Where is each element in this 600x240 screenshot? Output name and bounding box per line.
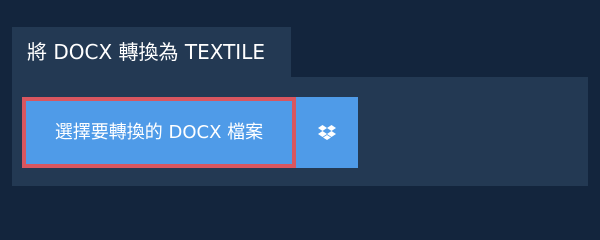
choose-file-button[interactable]: 選擇要轉換的 DOCX 檔案 [22, 97, 296, 168]
dropbox-button[interactable] [296, 97, 358, 168]
tab-convert-docx-to-textile: 將 DOCX 轉換為 TEXTILE [12, 27, 291, 77]
tab-label: 將 DOCX 轉換為 TEXTILE [27, 40, 265, 64]
dropbox-icon [318, 124, 336, 140]
choose-file-label: 選擇要轉換的 DOCX 檔案 [54, 122, 264, 143]
